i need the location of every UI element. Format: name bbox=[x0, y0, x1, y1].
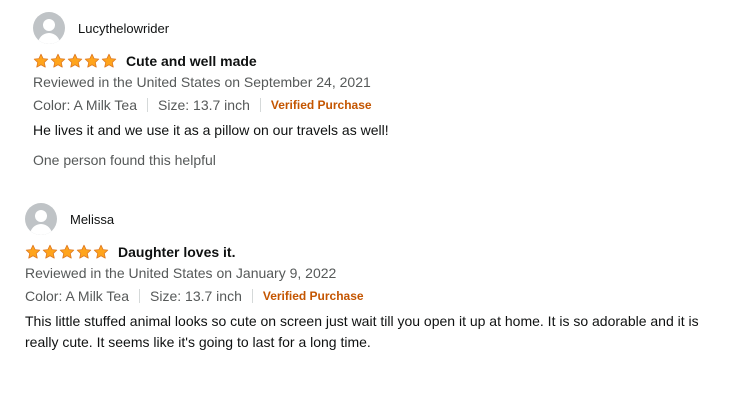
meta-divider bbox=[147, 97, 149, 112]
review-date: Reviewed in the United States on Septemb… bbox=[33, 74, 371, 90]
reviewer-profile[interactable]: Melissa bbox=[25, 203, 735, 235]
reviewer-profile[interactable]: Lucythelowrider bbox=[33, 12, 743, 44]
star-rating[interactable] bbox=[33, 53, 118, 69]
variant-size-link[interactable]: Size: 13.7 inch bbox=[150, 288, 242, 304]
star-icon bbox=[59, 244, 75, 260]
review-title[interactable]: Daughter loves it. bbox=[118, 244, 235, 260]
avatar-icon[interactable] bbox=[25, 203, 57, 235]
star-icon bbox=[101, 53, 117, 69]
meta-divider bbox=[139, 288, 141, 303]
helpful-count: One person found this helpful bbox=[33, 152, 216, 168]
verified-purchase-badge: Verified Purchase bbox=[270, 97, 372, 112]
review-date: Reviewed in the United States on January… bbox=[25, 265, 337, 281]
star-icon bbox=[67, 53, 83, 69]
star-icon bbox=[84, 53, 100, 69]
star-icon bbox=[93, 244, 109, 260]
star-icon bbox=[76, 244, 92, 260]
verified-purchase-badge: Verified Purchase bbox=[262, 288, 364, 303]
reviewer-name[interactable]: Lucythelowrider bbox=[78, 21, 169, 36]
variant-size-link[interactable]: Size: 13.7 inch bbox=[158, 97, 250, 113]
review-card: Lucythelowrider Cute and well made Revie… bbox=[33, 12, 743, 171]
review-title[interactable]: Cute and well made bbox=[126, 53, 257, 69]
review-body: He lives it and we use it as a pillow on… bbox=[33, 122, 389, 138]
review-meta: Color: A Milk Tea Size: 13.7 inch Verifi… bbox=[33, 94, 743, 115]
review-card: Melissa Daughter loves it. Reviewed in t… bbox=[25, 203, 735, 353]
variant-color-link[interactable]: Color: A Milk Tea bbox=[25, 288, 129, 304]
star-icon bbox=[33, 53, 49, 69]
meta-divider bbox=[251, 288, 253, 303]
review-title-row: Cute and well made bbox=[33, 50, 743, 71]
star-icon bbox=[42, 244, 58, 260]
review-title-row: Daughter loves it. bbox=[25, 241, 735, 262]
review-body: This little stuffed animal looks so cute… bbox=[25, 313, 699, 350]
star-icon bbox=[25, 244, 41, 260]
meta-divider bbox=[259, 97, 261, 112]
avatar-icon[interactable] bbox=[33, 12, 65, 44]
review-meta: Color: A Milk Tea Size: 13.7 inch Verifi… bbox=[25, 285, 735, 306]
reviewer-name[interactable]: Melissa bbox=[70, 212, 114, 227]
star-rating[interactable] bbox=[25, 244, 110, 260]
star-icon bbox=[50, 53, 66, 69]
variant-color-link[interactable]: Color: A Milk Tea bbox=[33, 97, 137, 113]
